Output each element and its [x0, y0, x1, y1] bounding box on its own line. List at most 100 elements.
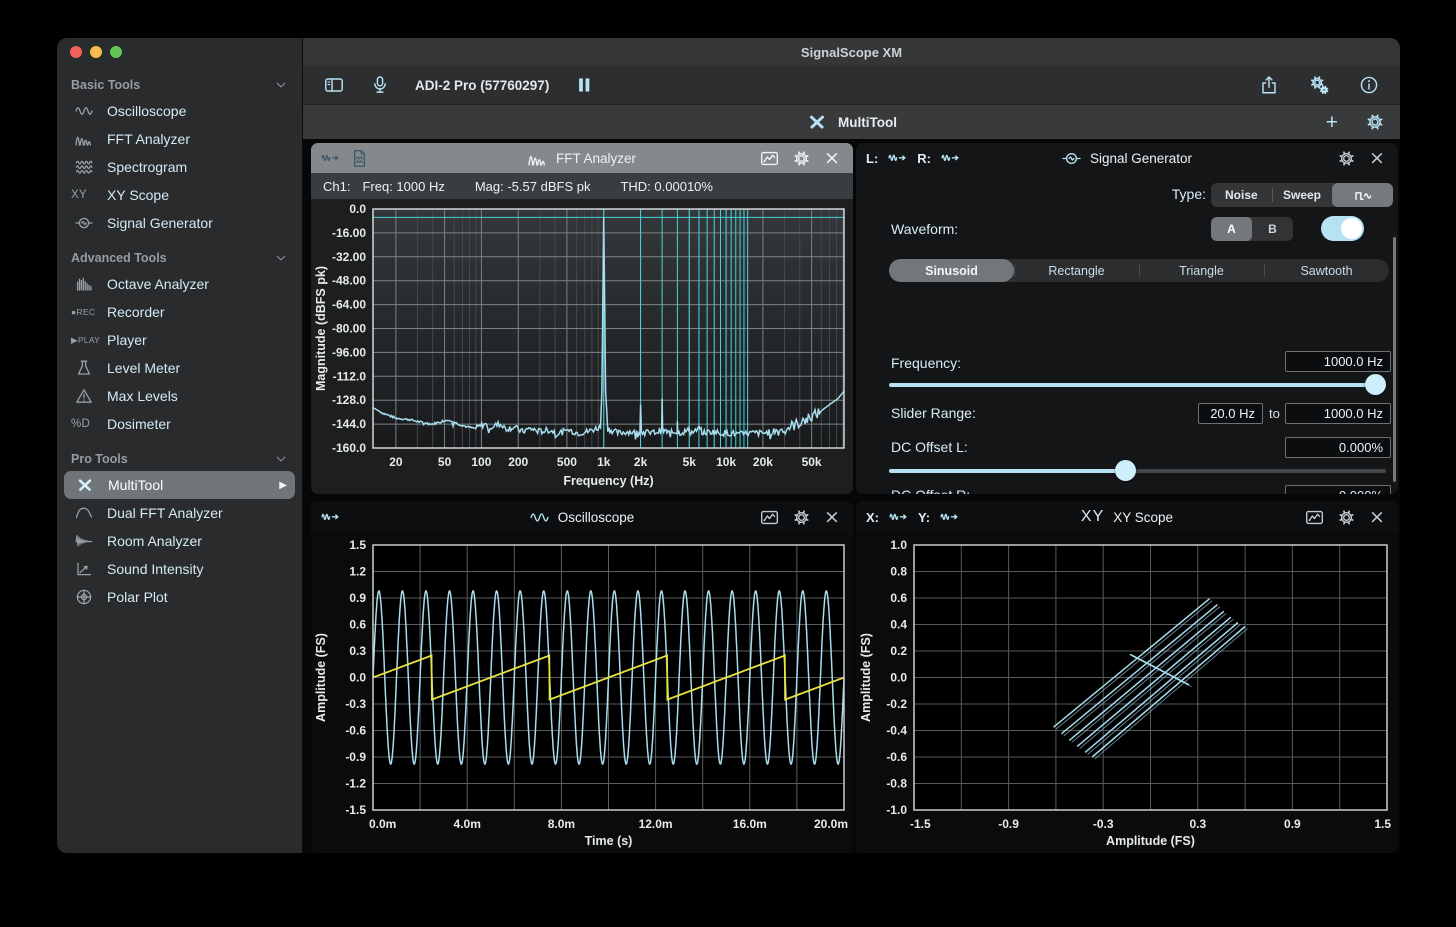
svg-text:Time (s): Time (s) [585, 834, 633, 848]
sidebar-item-fft-analyzer[interactable]: FFT Analyzer [57, 125, 302, 153]
section-header-pro-tools[interactable]: Pro Tools [57, 446, 302, 471]
oscilloscope-routing-icon[interactable] [321, 508, 340, 527]
xy-close-icon[interactable]: × [1369, 508, 1388, 527]
sidebar-item-label: Spectrogram [107, 159, 187, 175]
right-channel-routing-icon[interactable] [941, 149, 960, 168]
waveform-shape-control: SinusoidRectangleTriangleSawtooth [889, 259, 1389, 282]
wave-shape-option-triangle[interactable]: Triangle [1139, 259, 1264, 282]
fft-close-icon[interactable]: × [824, 149, 843, 168]
svg-text:0.0: 0.0 [890, 671, 907, 685]
sidebar-item-max-levels[interactable]: Max Levels [57, 382, 302, 410]
svg-text:-1.5: -1.5 [345, 803, 366, 817]
oscilloscope-display-icon[interactable] [760, 508, 779, 527]
oscilloscope-close-icon[interactable]: × [824, 508, 843, 527]
range-max-field[interactable]: 1000.0 Hz [1285, 403, 1391, 424]
sidebar-item-spectrogram[interactable]: Spectrogram [57, 153, 302, 181]
section-label: Advanced Tools [71, 251, 167, 265]
mic-icon[interactable] [369, 75, 391, 95]
svg-text:-160.0: -160.0 [332, 441, 366, 455]
frequency-slider-knob[interactable] [1365, 374, 1386, 395]
wave-shape-option-sawtooth[interactable]: Sawtooth [1264, 259, 1389, 282]
minimize-window-button[interactable] [90, 46, 102, 58]
dc-offset-l-slider[interactable] [889, 459, 1386, 483]
oscilloscope-chart[interactable]: 1.51.20.90.60.30.0-0.3-0.6-0.9-1.2-1.50.… [311, 533, 853, 853]
xy-scope-header: XY XY Scope X: Y: × [856, 501, 1398, 533]
svg-text:0.0: 0.0 [349, 671, 366, 685]
sidebar-item-dual-fft-analyzer[interactable]: Dual FFT Analyzer [57, 499, 302, 527]
signal-generator-settings-icon[interactable] [1337, 149, 1356, 168]
sidebar-item-multitool[interactable]: MultiTool▶ [64, 471, 295, 499]
multitool-workspace: FFT Analyzer × Ch1: [303, 139, 1400, 853]
fft-chart[interactable]: 0.0-16.00-32.00-48.00-64.00-80.00-96.00-… [311, 199, 853, 494]
sidebar-section-advanced-tools: Advanced Tools Octave Analyzer●RECRecorde… [57, 245, 302, 438]
active-tool-label[interactable]: MultiTool [838, 115, 897, 130]
sidebar-item-room-analyzer[interactable]: Room Analyzer [57, 527, 302, 555]
sidebar-item-signal-generator[interactable]: Signal Generator [57, 209, 302, 237]
scrollbar[interactable] [1393, 237, 1396, 482]
section-header-basic-tools[interactable]: Basic Tools [57, 72, 302, 97]
input-routing-icon[interactable] [321, 149, 340, 168]
chevron-down-icon [274, 78, 288, 92]
sidebar-item-sound-intensity[interactable]: Sound Intensity [57, 555, 302, 583]
add-tool-button[interactable]: + [1326, 112, 1338, 133]
svg-text:-1.2: -1.2 [345, 777, 366, 791]
pause-button[interactable] [573, 75, 595, 95]
polar-plot-icon [71, 588, 97, 606]
signal-generator-close-icon[interactable]: × [1369, 149, 1388, 168]
run-tool-arrow-icon[interactable]: ▶ [279, 480, 287, 491]
xy-scope-panel: XY XY Scope X: Y: × [856, 501, 1398, 853]
sidebar-item-xy-scope[interactable]: XYXY Scope [57, 181, 302, 209]
share-icon[interactable] [1258, 75, 1280, 95]
xy-scope-chart[interactable]: 1.00.80.60.40.20.0-0.2-0.4-0.6-0.8-1.0-1… [856, 533, 1398, 853]
snapshot-doc-icon[interactable] [350, 149, 369, 168]
waveform-toggle[interactable] [1321, 216, 1364, 241]
type-segmented-control: NoiseSweep [1211, 183, 1393, 207]
dc-slider-knob[interactable] [1115, 460, 1136, 481]
slider-range-label: Slider Range: [891, 405, 976, 421]
frequency-value-field[interactable]: 1000.0 Hz [1285, 351, 1391, 372]
xy-settings-icon[interactable] [1337, 508, 1356, 527]
left-channel-routing-icon[interactable] [888, 149, 907, 168]
settings-gears-icon[interactable] [1308, 75, 1330, 95]
sidebar-item-player[interactable]: ▶PLAYPlayer [57, 326, 302, 354]
svg-text:-80.00: -80.00 [332, 322, 366, 336]
wave-shape-option-sinusoid[interactable]: Sinusoid [889, 259, 1014, 282]
type-option-noise[interactable]: Noise [1211, 183, 1272, 207]
sidebar-item-polar-plot[interactable]: Polar Plot [57, 583, 302, 611]
type-option-sweep[interactable]: Sweep [1272, 183, 1333, 207]
device-name[interactable]: ADI-2 Pro (57760297) [415, 78, 549, 93]
frequency-slider[interactable] [889, 373, 1386, 397]
sidebar-item-oscilloscope[interactable]: Oscilloscope [57, 97, 302, 125]
sidebar-item-octave-analyzer[interactable]: Octave Analyzer [57, 270, 302, 298]
info-icon[interactable] [1358, 75, 1380, 95]
oscilloscope-settings-icon[interactable] [792, 508, 811, 527]
sidebar-item-level-meter[interactable]: Level Meter [57, 354, 302, 382]
waveform-option-b[interactable]: B [1252, 217, 1293, 241]
dc-offset-r-field[interactable]: 0.000% [1285, 485, 1391, 494]
waveform-option-a[interactable]: A [1211, 217, 1252, 241]
x-channel-routing-icon[interactable] [889, 508, 908, 527]
range-min-field[interactable]: 20.0 Hz [1198, 403, 1263, 424]
section-header-advanced-tools[interactable]: Advanced Tools [57, 245, 302, 270]
svg-text:0.0m: 0.0m [369, 817, 396, 831]
y-channel-routing-icon[interactable] [940, 508, 959, 527]
dc-offset-l-field[interactable]: 0.000% [1285, 437, 1391, 458]
sidebar-item-dosimeter[interactable]: %DDosimeter [57, 410, 302, 438]
svg-text:0.6: 0.6 [890, 591, 907, 605]
waveform-ab-control: AB [1211, 217, 1293, 241]
sidebar-item-label: FFT Analyzer [107, 131, 190, 147]
toolbar: ADI-2 Pro (57760297) [303, 66, 1400, 105]
wave-shape-option-rectangle[interactable]: Rectangle [1014, 259, 1139, 282]
svg-text:2k: 2k [634, 455, 648, 469]
window-title: SignalScope XM [801, 45, 902, 60]
multitool-settings-icon[interactable] [1364, 112, 1386, 132]
close-window-button[interactable] [70, 46, 82, 58]
xy-display-icon[interactable] [1305, 508, 1324, 527]
type-label: Type: [1156, 186, 1206, 202]
fft-settings-icon[interactable] [792, 149, 811, 168]
sidebar-toggle-icon[interactable] [323, 75, 345, 95]
display-options-icon[interactable] [760, 149, 779, 168]
sidebar-item-recorder[interactable]: ●RECRecorder [57, 298, 302, 326]
zoom-window-button[interactable] [110, 46, 122, 58]
type-option-tone-square-sine-icon[interactable] [1332, 183, 1393, 207]
